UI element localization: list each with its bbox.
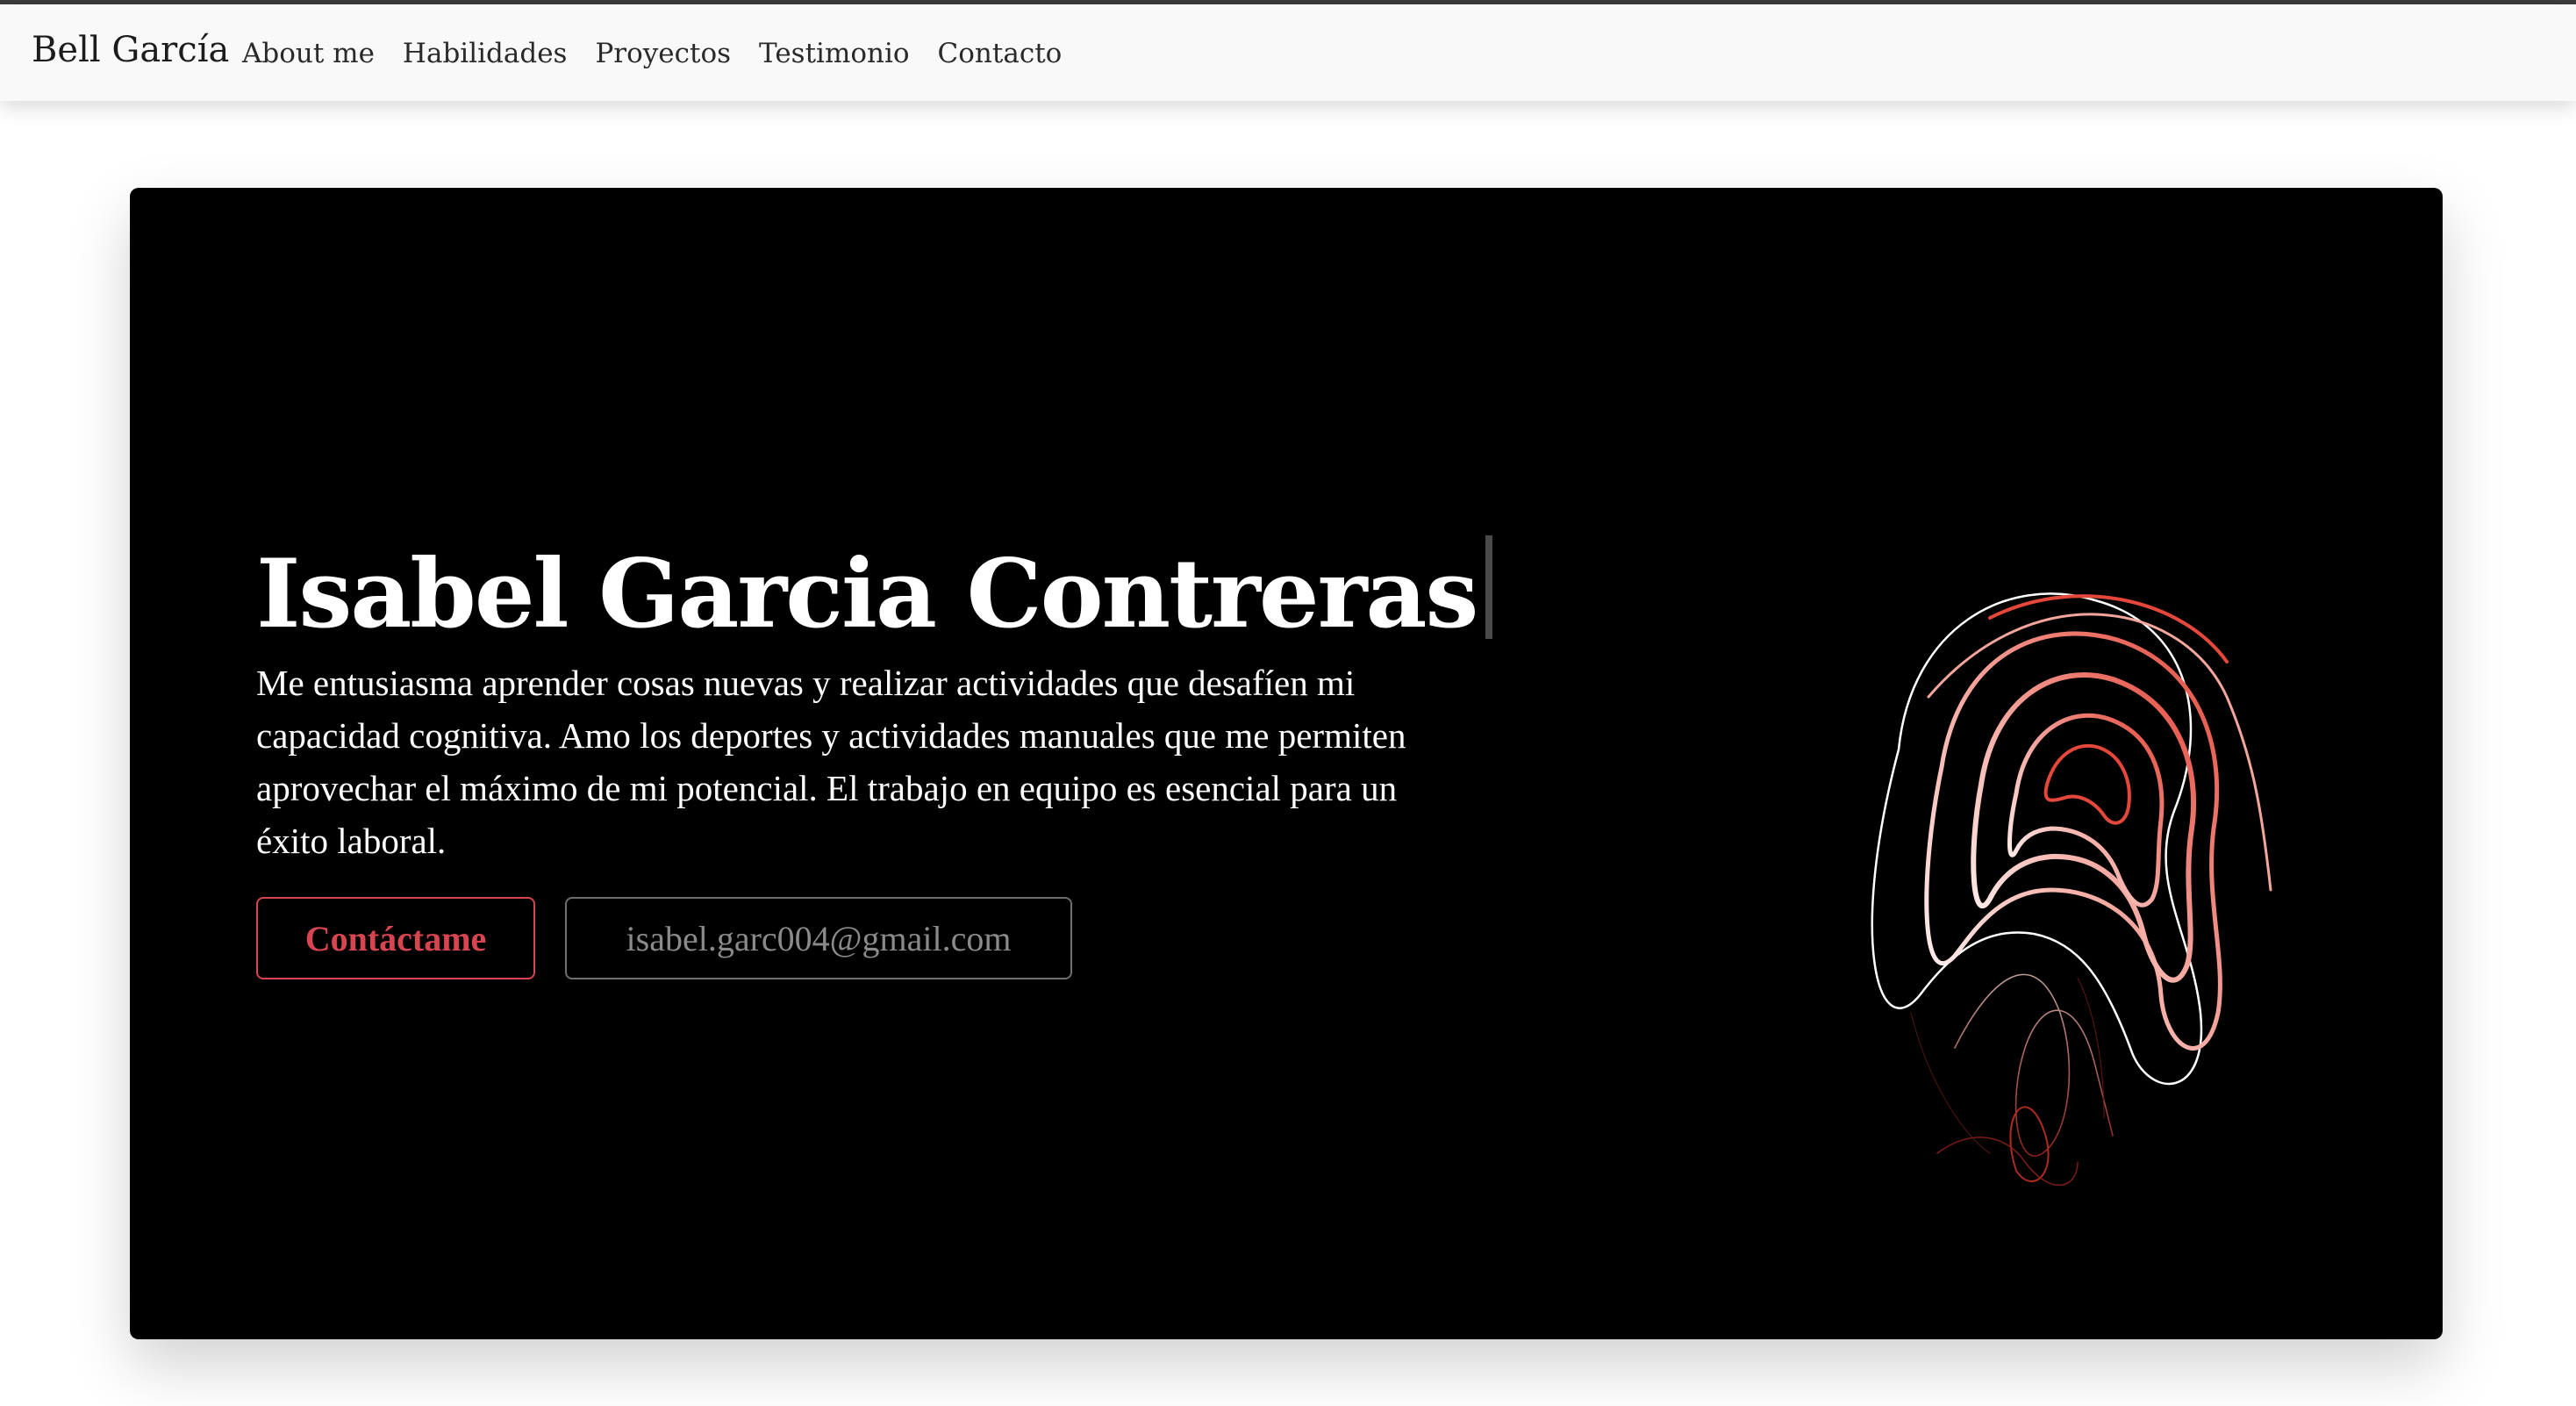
nav-links: About me Habilidades Proyectos Testimoni…: [242, 38, 1062, 70]
nav-item-projects: Proyectos: [595, 38, 731, 70]
typing-caret: [1485, 535, 1493, 639]
nav-item-contact: Contacto: [938, 38, 1063, 70]
contact-button[interactable]: Contáctame: [256, 897, 535, 979]
nav-link-testimonio[interactable]: Testimonio: [759, 38, 910, 70]
nav-item-about: About me: [242, 38, 375, 70]
hero-title-text: Isabel Garcia Contreras: [256, 539, 1478, 649]
hero-title: Isabel Garcia Contreras: [256, 535, 1493, 649]
email-button[interactable]: isabel.garc004@gmail.com: [565, 897, 1072, 979]
nav-item-skills: Habilidades: [403, 38, 568, 70]
nav-link-about-me[interactable]: About me: [242, 38, 375, 70]
abstract-line-art-icon: [1871, 592, 2272, 1187]
hero-card: Isabel Garcia Contreras Me entusiasma ap…: [130, 188, 2443, 1339]
navbar: Bell García About me Habilidades Proyect…: [0, 4, 2576, 101]
nav-link-habilidades[interactable]: Habilidades: [403, 38, 568, 70]
brand-logo[interactable]: Bell García: [32, 29, 229, 71]
hero-description: Me entusiasma aprender cosas nuevas y re…: [256, 663, 1406, 861]
nav-item-testimonial: Testimonio: [759, 38, 910, 70]
nav-link-proyectos[interactable]: Proyectos: [595, 38, 731, 70]
nav-link-contacto[interactable]: Contacto: [938, 38, 1063, 70]
